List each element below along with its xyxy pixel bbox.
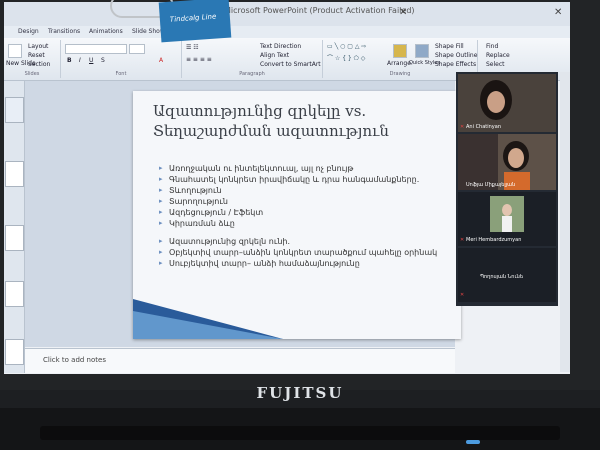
- minimize-icon[interactable]: ✕: [399, 7, 407, 18]
- bullet-item: Կիրառման ձևը: [159, 218, 459, 229]
- paragraph-group-label: Paragraph: [239, 71, 265, 77]
- font-group-label: Font: [115, 71, 127, 77]
- section-button[interactable]: Section: [28, 61, 50, 68]
- layout-button[interactable]: Layout: [28, 43, 48, 50]
- convert-smartart-button[interactable]: Convert to SmartArt: [260, 61, 321, 68]
- shapes-gallery-icon[interactable]: ▭ ╲ ○ ▢ △ ⇨: [327, 43, 366, 50]
- participant-name: Սոֆյա Միքայելյան: [466, 182, 516, 188]
- arrange-icon[interactable]: [393, 44, 407, 58]
- slides-group-label: Slides: [24, 71, 40, 77]
- sticky-label: Tindcalg Line: [158, 0, 232, 43]
- arrange-button[interactable]: Arrange: [387, 60, 411, 67]
- slide-decoration-accent: [133, 311, 283, 339]
- laptop-screen: Microsoft PowerPoint (Product Activation…: [4, 2, 570, 374]
- window-title: Microsoft PowerPoint (Product Activation…: [224, 6, 415, 15]
- paragraph-group: ☰ ☷ ≡ ≡ ≡ ≡ Text Direction Align Text Co…: [182, 40, 323, 78]
- notes-pane[interactable]: Click to add notes: [25, 348, 455, 373]
- slide-thumbnail[interactable]: [5, 161, 24, 187]
- bullet-item: Գնահատել կոնկրետ իրավիճակը և դրա հանգամա…: [159, 174, 459, 185]
- quick-styles-icon[interactable]: [415, 44, 429, 58]
- bullet-item: Ազատությունից զրկելն ունի.: [159, 236, 459, 247]
- reset-button[interactable]: Reset: [28, 52, 45, 59]
- slide-title-line1: Ազատությունից զրկելը vs.: [153, 102, 367, 120]
- tab-transitions[interactable]: Transitions: [48, 28, 80, 35]
- find-button[interactable]: Find: [486, 43, 498, 50]
- bullet-item: Սուբյեկտիվ տարր– անձի համաձայնությունը: [159, 258, 459, 269]
- bullet-item: Տևողություն: [159, 185, 459, 196]
- align-icons[interactable]: ≡ ≡ ≡ ≡: [186, 56, 212, 63]
- select-button[interactable]: Select: [486, 61, 505, 68]
- slide-title-line2: Տեղաշարժման ազատություն: [153, 122, 389, 140]
- vertical-scrollbar[interactable]: [560, 72, 570, 372]
- font-color-icon[interactable]: A: [159, 57, 163, 64]
- participant-name: Պողոսյան Նունե: [480, 274, 523, 280]
- shape-outline-button[interactable]: Shape Outline: [435, 52, 477, 59]
- text-direction-button[interactable]: Text Direction: [260, 43, 301, 50]
- sticky-label-text: Tindcalg Line: [169, 12, 217, 24]
- underline-icon[interactable]: U: [89, 57, 93, 64]
- mic-muted-icon: ✕: [460, 124, 465, 130]
- bold-icon[interactable]: B: [67, 57, 72, 64]
- font-family-select[interactable]: [65, 44, 127, 54]
- font-group: B I U S A Font: [61, 40, 182, 78]
- participant-name: Ani Chatinyan: [466, 124, 502, 130]
- current-slide[interactable]: Ազատությունից զրկելը vs. Տեղաշարժման ազա…: [133, 91, 461, 339]
- slide-editing-area: Ազատությունից զրկելը vs. Տեղաշարժման ազա…: [25, 81, 461, 347]
- slide-title[interactable]: Ազատությունից զրկելը vs. Տեղաշարժման ազա…: [153, 101, 443, 141]
- slide-bullet-list[interactable]: Առողջական ու ինտելեկտուալ, այլ ոչ բնույթ…: [159, 163, 459, 269]
- shape-fill-button[interactable]: Shape Fill: [435, 43, 464, 50]
- tab-design[interactable]: Design: [18, 28, 39, 35]
- shape-effects-button[interactable]: Shape Effects: [435, 61, 476, 68]
- drawing-group-label: Drawing: [389, 71, 411, 77]
- bullet-item: Տարողություն: [159, 196, 459, 207]
- participant-tile[interactable]: Պողոսյան Նունե ✕: [458, 248, 556, 302]
- participant-tile[interactable]: ✕ Ani Chatinyan: [458, 74, 556, 132]
- participant-tile[interactable]: Սոֆյա Միքայելյան: [458, 134, 556, 190]
- slide-thumbnail[interactable]: [5, 281, 24, 307]
- slide-thumbnail[interactable]: [5, 339, 24, 365]
- strikethrough-icon[interactable]: S: [101, 57, 105, 64]
- tab-animations[interactable]: Animations: [89, 28, 123, 35]
- bullet-item: Օբյեկտիվ տարր–անձին կոնկրետ տարածքում պա…: [159, 247, 459, 258]
- replace-button[interactable]: Replace: [486, 52, 510, 59]
- participant-name: Meri Hembardzumyan: [466, 237, 522, 243]
- drawing-group: ▭ ╲ ○ ▢ △ ⇨ ⌒ ☆ { } ⬠ ◇ Arrange Quick St…: [323, 40, 478, 78]
- close-icon[interactable]: ✕: [554, 7, 562, 18]
- new-slide-icon[interactable]: [8, 44, 22, 58]
- bullet-item: Առողջական ու ինտելեկտուալ, այլ ոչ բնույթ: [159, 163, 459, 174]
- mic-muted-icon: ✕: [460, 292, 465, 298]
- notes-placeholder: Click to add notes: [43, 356, 106, 364]
- slide-thumbnails-pane: [4, 81, 25, 373]
- shapes-gallery-row2-icon[interactable]: ⌒ ☆ { } ⬠ ◇: [327, 53, 365, 62]
- slide-thumbnail[interactable]: [5, 225, 24, 251]
- align-text-button[interactable]: Align Text: [260, 52, 289, 59]
- font-size-select[interactable]: [129, 44, 145, 54]
- laptop-keyboard-deck: [0, 408, 600, 450]
- italic-icon[interactable]: I: [79, 57, 81, 64]
- mic-muted-icon: ✕: [460, 237, 465, 243]
- laptop-brand-logo: FUJITSU: [256, 384, 344, 402]
- bullet-item: Ազդեցություն / Էֆեկտ: [159, 207, 459, 218]
- video-call-panel: ✕ Ani Chatinyan Սոֆյա Միքայելյան ✕ Meri …: [456, 72, 558, 306]
- ribbon-tabs: Design Transitions Animations Slide Show: [4, 26, 570, 38]
- slide-thumbnail[interactable]: [5, 97, 24, 123]
- bullets-icon[interactable]: ☰ ☷: [186, 44, 199, 51]
- slides-group: New Slide Layout Reset Section Slides: [4, 40, 61, 78]
- participant-tile[interactable]: ✕ Meri Hembardzumyan: [458, 192, 556, 246]
- power-led: [466, 440, 480, 444]
- keyboard-hinge: [40, 426, 560, 440]
- window-titlebar: Microsoft PowerPoint (Product Activation…: [4, 2, 570, 26]
